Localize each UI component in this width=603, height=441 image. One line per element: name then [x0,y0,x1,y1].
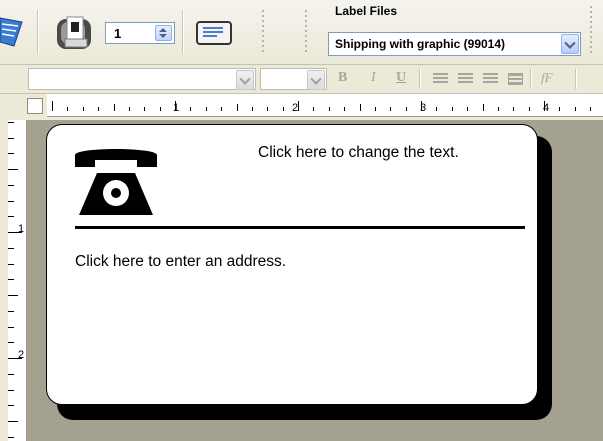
ruler-tick [236,104,238,111]
ruler-tick [8,405,14,407]
ruler-tick [82,107,84,111]
ruler-tick [436,107,438,111]
vertical-ruler-strip: 1 2 [8,120,27,441]
ruler-tick [8,216,14,218]
align-right-icon[interactable] [483,73,498,85]
ruler-tick [8,358,22,359]
justify-icon[interactable] [508,73,523,85]
ruler-tick [544,101,545,111]
chevron-up-icon[interactable] [159,28,167,32]
ruler-tick [8,247,14,249]
ruler-tick [52,101,53,111]
italic-button[interactable]: I [371,70,376,86]
vertical-ruler: 1 2 [0,120,27,441]
ruler-tick [98,107,100,111]
horizontal-ruler-strip: 1 2 3 4 [47,94,603,117]
label-file-selected-value: Shipping with graphic (99014) [335,37,506,51]
ruler-tick [298,101,299,111]
fit-text-button[interactable]: fF [541,70,553,86]
ruler-tick [405,107,407,111]
ruler-tick [159,107,161,111]
ruler-tick [359,104,361,111]
ruler-tick [8,326,14,328]
ruler-tick [251,107,253,111]
ruler-tick [8,137,14,139]
ruler-tick [482,104,484,111]
ruler-tick [175,101,176,111]
ruler-tick [8,421,18,422]
horizontal-ruler: 1 2 3 4 [0,94,603,120]
bold-button[interactable]: B [338,70,347,86]
new-label-icon[interactable] [0,14,28,50]
ruler-tick [467,107,469,111]
ruler-tick [8,153,14,155]
ruler-tick [574,107,576,111]
copies-value: 1 [114,26,122,41]
ruler-tick [267,107,269,111]
ruler-tick [8,232,22,233]
label-card[interactable]: Click here to change the text. Click her… [46,124,538,405]
label-divider [75,226,525,229]
ruler-tick [344,107,346,111]
ruler-tick [374,107,376,111]
ruler-tick [313,107,315,111]
ruler-tick [8,184,14,186]
align-left-icon[interactable] [433,73,448,85]
ruler-tick [328,107,330,111]
tape-label-icon[interactable] [195,18,235,48]
copies-stepper[interactable]: 1 [105,22,175,44]
ruler-tick [205,107,207,111]
telephone-icon[interactable] [71,143,161,219]
chevron-down-icon[interactable] [159,34,167,38]
ruler-tick [282,107,284,111]
ruler-tick [8,121,14,123]
ruler-tick [8,373,14,375]
label-file-select[interactable]: Shipping with graphic (99014) [328,32,581,56]
ruler-tick [67,107,69,111]
label-files-heading: Label Files [335,4,398,18]
ruler-tick [421,101,422,111]
ruler-tick [451,107,453,111]
chevron-down-icon[interactable] [561,34,579,54]
underline-button[interactable]: U [396,70,406,86]
align-center-icon[interactable] [458,73,473,85]
ruler-tick [190,107,192,111]
ruler-tick [8,342,14,344]
ruler-tick [390,107,392,111]
chevron-down-icon[interactable] [236,70,254,90]
ruler-tick [221,107,223,111]
font-size-select[interactable] [260,68,327,90]
ruler-number: 1 [18,223,25,235]
ruler-tick [8,436,14,438]
ruler-tick [144,107,146,111]
ruler-corner [27,98,43,114]
label-address-text[interactable]: Click here to enter an address. [75,253,286,271]
ruler-tick [8,169,18,170]
ruler-tick [559,107,561,111]
main-toolbar: 1 Label Files Shipping with graphic (990… [0,0,603,65]
copies-spinner-buttons[interactable] [155,25,172,41]
ruler-tick [8,310,14,312]
chevron-down-icon[interactable] [307,70,325,90]
ruler-tick [528,107,530,111]
ruler-tick [8,263,14,265]
ruler-tick [113,104,115,111]
ruler-number: 1 [173,102,180,114]
ruler-number: 2 [18,349,25,361]
ruler-tick [590,107,592,111]
label-header-text[interactable]: Click here to change the text. [258,144,459,162]
ruler-tick [497,107,499,111]
ruler-tick [8,295,18,296]
format-toolbar: B I U fF [0,65,603,94]
ruler-tick [513,107,515,111]
printer-icon[interactable] [53,13,97,53]
ruler-tick [8,279,14,281]
ruler-tick [8,389,14,391]
ruler-tick [128,107,130,111]
font-name-select[interactable] [28,68,256,90]
ruler-tick [8,200,14,202]
